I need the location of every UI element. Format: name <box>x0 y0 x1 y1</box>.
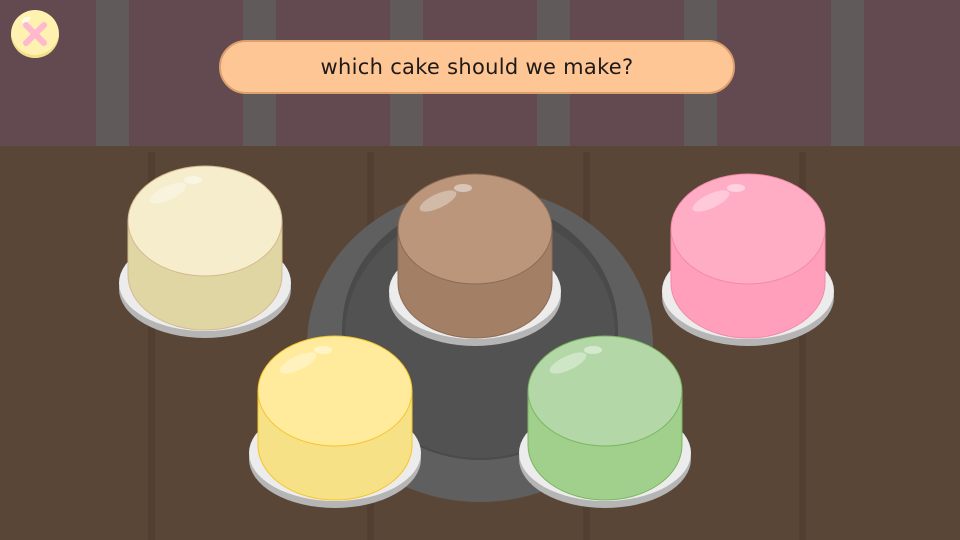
cake-chocolate-button[interactable] <box>389 173 561 346</box>
cake-top <box>527 335 683 447</box>
cake-top <box>257 335 413 447</box>
cake-highlight <box>454 184 472 192</box>
cake-highlight <box>184 176 202 184</box>
cake-top <box>670 173 826 285</box>
cake-top <box>127 165 283 277</box>
cake-lemon-button[interactable] <box>249 335 421 508</box>
cake-highlight <box>584 346 602 354</box>
cake-highlight <box>314 346 332 354</box>
close-icon <box>21 16 47 46</box>
cake-matcha-button[interactable] <box>519 335 691 508</box>
cake-highlight <box>727 184 745 192</box>
cake-strawberry-button[interactable] <box>662 173 834 346</box>
close-button[interactable] <box>11 10 59 58</box>
prompt-text: which cake should we make? <box>320 55 634 79</box>
prompt-banner: which cake should we make? <box>219 40 735 94</box>
cake-top <box>397 173 553 285</box>
cake-vanilla-button[interactable] <box>119 165 291 338</box>
